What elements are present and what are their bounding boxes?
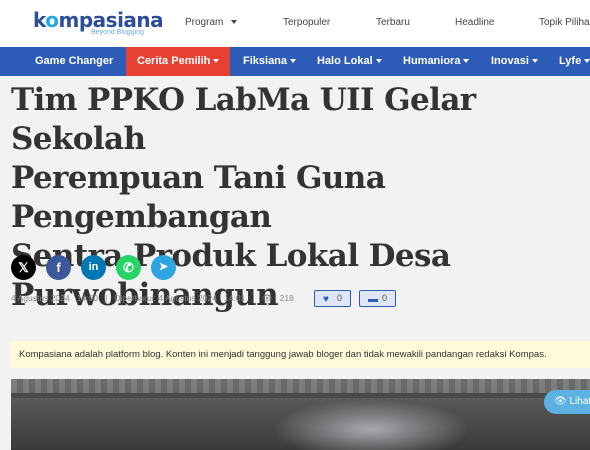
updated-date: Diperbarui: 4 Agustus 2024 <box>114 293 217 303</box>
facebook-icon: f <box>56 260 61 275</box>
chevron-down-icon <box>584 59 590 64</box>
article-title: Tim PPKO LabMa UII Gelar Sekolah Perempu… <box>11 81 590 315</box>
category-label: Game Changer <box>35 55 114 67</box>
chevron-down-icon <box>375 59 382 64</box>
category-halo-lokal[interactable]: Halo Lokal <box>317 47 382 76</box>
category-label: Lyfe <box>559 55 582 67</box>
nav-headline[interactable]: Headline <box>455 17 494 28</box>
title-line: Tim PPKO LabMa UII Gelar Sekolah <box>11 82 476 157</box>
share-facebook-button[interactable]: f <box>46 255 71 280</box>
share-whatsapp-button[interactable]: ✆ <box>116 255 141 280</box>
image-detail <box>11 393 590 398</box>
meta-separator: | <box>252 293 255 303</box>
category-label: Fiksiana <box>243 55 288 67</box>
view-count: 218 <box>279 293 294 303</box>
published-time: 14:00 <box>76 293 98 303</box>
category-label: Cerita Pemilih <box>137 55 211 67</box>
whatsapp-icon: ✆ <box>123 260 134 275</box>
category-inovasi[interactable]: Inovasi <box>491 47 538 76</box>
chevron-down-icon <box>531 59 538 64</box>
like-count: 0 <box>336 293 342 303</box>
nav-terbaru[interactable]: Terbaru <box>376 17 410 28</box>
category-humaniora[interactable]: Humaniora <box>403 47 470 76</box>
article-image[interactable] <box>11 379 590 450</box>
updated-time: 14:01 <box>224 293 246 303</box>
comment-icon: ▬ <box>368 294 378 305</box>
article-meta: 4 Agustus 2024 14:00 | Diperbarui: 4 Agu… <box>11 293 294 304</box>
category-cerita-pemilih[interactable]: Cerita Pemilih <box>126 47 231 76</box>
top-header: kompasiana Beyond Blogging Program Terpo… <box>0 0 590 47</box>
linkedin-icon: in <box>88 261 99 273</box>
x-twitter-icon: 𝕏 <box>18 260 29 275</box>
category-fiksiana[interactable]: Fiksiana <box>243 47 297 76</box>
kompasiana-logo[interactable]: kompasiana Beyond Blogging <box>33 8 164 37</box>
comment-button[interactable]: ▬ 0 <box>359 290 396 307</box>
title-line: Perempuan Tani Guna Pengembangan <box>11 160 386 235</box>
heart-icon: ♥ <box>323 294 329 305</box>
category-bar: Game Changer Cerita Pemilih Fiksiana Hal… <box>0 47 590 76</box>
share-x-button[interactable]: 𝕏 <box>11 255 36 280</box>
eye-icon: 👁 <box>554 396 567 407</box>
image-detail <box>11 379 590 393</box>
share-linkedin-button[interactable]: in <box>81 255 106 280</box>
disclaimer-banner: Kompasiana adalah platform blog. Konten … <box>11 341 590 368</box>
chevron-down-icon <box>231 20 238 25</box>
category-label: Humaniora <box>403 55 461 67</box>
category-label: Halo Lokal <box>317 55 373 67</box>
category-label: Inovasi <box>491 55 529 67</box>
nav-topik-pilihan[interactable]: Topik Pilihan <box>539 17 590 28</box>
chevron-down-icon <box>463 59 470 64</box>
chevron-down-icon <box>290 59 297 64</box>
meta-separator: | <box>105 293 108 303</box>
image-detail <box>271 399 471 450</box>
comment-count: 0 <box>381 293 387 303</box>
category-game-changer[interactable]: Game Changer <box>35 47 113 76</box>
category-lyfe[interactable]: Lyfe <box>559 47 590 76</box>
view-image-label: Lihat foto <box>569 396 590 407</box>
logo-text: k <box>33 8 46 32</box>
eye-icon: 👁 <box>261 293 273 303</box>
logo-text: o <box>45 8 59 32</box>
share-telegram-button[interactable]: ➤ <box>151 255 176 280</box>
telegram-icon: ➤ <box>158 261 169 273</box>
view-image-button[interactable]: 👁 Lihat foto <box>544 390 590 414</box>
nav-terpopuler[interactable]: Terpopuler <box>283 17 330 28</box>
like-button[interactable]: ♥ 0 <box>314 290 351 307</box>
published-date: 4 Agustus 2024 <box>11 293 70 303</box>
nav-label: Program <box>185 17 224 28</box>
nav-program[interactable]: Program <box>185 17 238 28</box>
chevron-down-icon <box>213 59 220 64</box>
